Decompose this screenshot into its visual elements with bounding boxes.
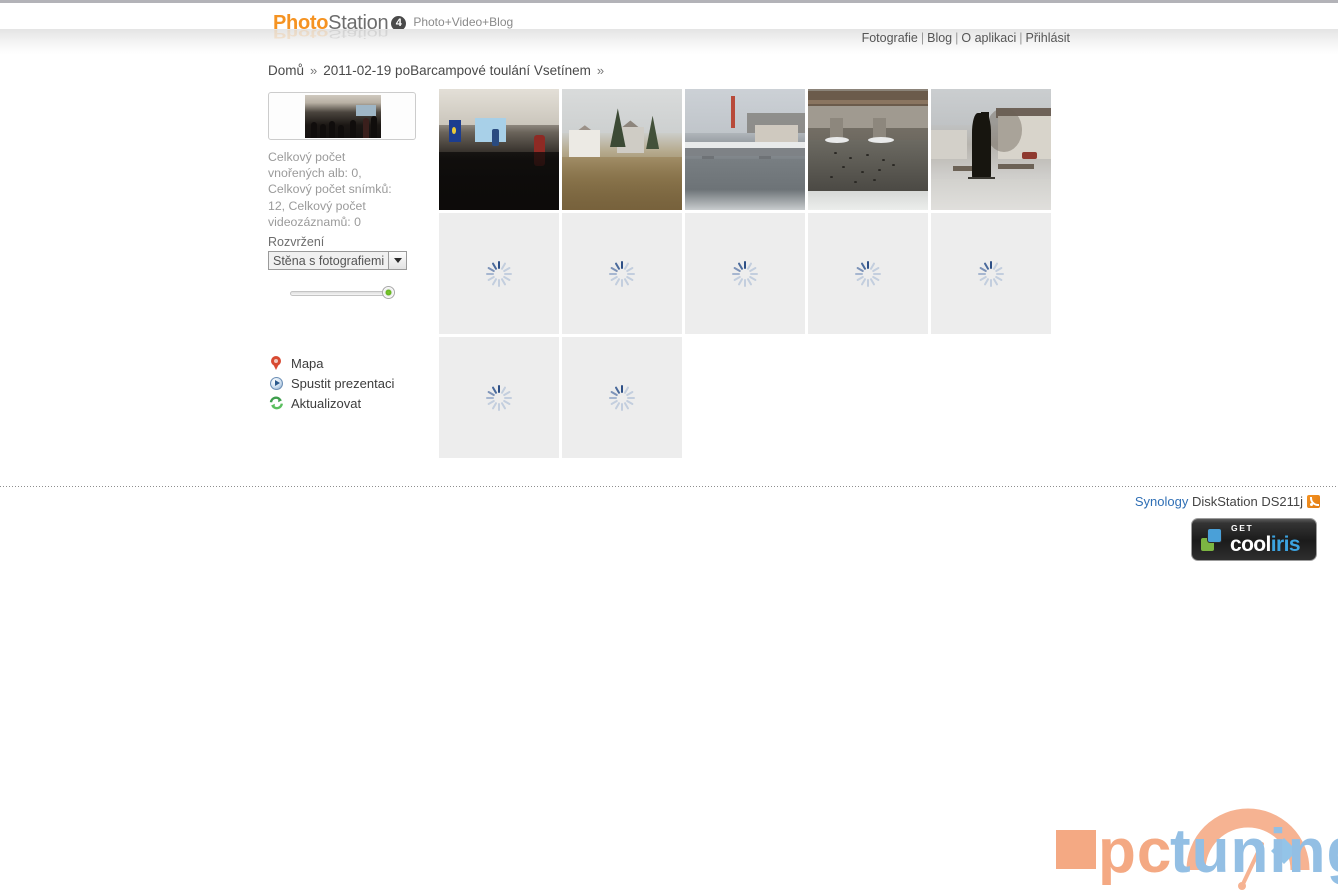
album-cover-image bbox=[305, 95, 381, 138]
breadcrumb-album[interactable]: 2011-02-19 poBarcampové toulání Vsetínem bbox=[323, 63, 591, 78]
photo-thumbnail[interactable] bbox=[439, 89, 559, 210]
cover-figure bbox=[371, 116, 377, 138]
photo-grid-row bbox=[439, 337, 1052, 458]
photo-thumbnail-loading[interactable] bbox=[439, 337, 559, 458]
cover-figure bbox=[329, 121, 335, 138]
loading-spinner-icon bbox=[609, 384, 635, 411]
photo-grid-row bbox=[439, 213, 1052, 334]
site-header: PhotoStation 4 Photo+Video+Blog bbox=[0, 3, 1338, 34]
cooliris-cool-label: cool bbox=[1230, 532, 1271, 556]
action-refresh-label: Aktualizovat bbox=[291, 395, 362, 411]
photo-image-4 bbox=[808, 89, 928, 210]
nav-separator-3: | bbox=[1019, 31, 1023, 45]
photo-image-3 bbox=[685, 89, 805, 210]
cooliris-text: GET cooliris bbox=[1230, 523, 1301, 556]
slider-track[interactable] bbox=[290, 291, 391, 297]
footer: Synology DiskStation DS211j bbox=[1135, 494, 1320, 509]
get-cooliris-badge[interactable]: GET cooliris bbox=[1191, 518, 1317, 561]
cooliris-get-label: GET bbox=[1231, 523, 1254, 534]
action-map-label: Mapa bbox=[291, 355, 324, 371]
action-slideshow[interactable]: Spustit prezentaci bbox=[268, 373, 428, 393]
layout-select[interactable]: Stěna s fotografiemi bbox=[268, 251, 407, 271]
photo-grid bbox=[439, 89, 1052, 461]
photo-grid-row bbox=[439, 89, 1052, 210]
breadcrumb-home[interactable]: Domů bbox=[268, 63, 304, 78]
album-cover-thumbnail[interactable] bbox=[268, 92, 416, 140]
photo-thumbnail-loading[interactable] bbox=[562, 337, 682, 458]
photo-thumbnail[interactable] bbox=[808, 89, 928, 210]
cover-figure bbox=[320, 124, 326, 138]
photo-thumbnail-loading[interactable] bbox=[808, 213, 928, 334]
loading-spinner-icon bbox=[486, 384, 512, 411]
layout-select-value: Stěna s fotografiemi bbox=[273, 253, 385, 268]
synology-link[interactable]: Synology bbox=[1135, 494, 1188, 509]
photo-image-5 bbox=[931, 89, 1051, 210]
loading-spinner-icon bbox=[978, 260, 1004, 287]
loading-spinner-icon bbox=[855, 260, 881, 287]
action-map[interactable]: Mapa bbox=[268, 353, 428, 373]
sidebar-actions: Mapa Spustit prezentaci Aktualizovat bbox=[268, 353, 428, 413]
photo-image-1 bbox=[439, 89, 559, 210]
breadcrumb-arrow-2: » bbox=[596, 63, 605, 78]
cover-figure bbox=[311, 122, 317, 138]
chevron-down-icon[interactable] bbox=[388, 252, 406, 270]
top-navigation: Fotografie | Blog | O aplikaci | Přihlásit bbox=[862, 31, 1070, 45]
nav-item-login[interactable]: Přihlásit bbox=[1026, 31, 1070, 45]
slider-handle[interactable] bbox=[382, 286, 395, 300]
breadcrumb: Domů » 2011-02-19 poBarcampové toulání Vse… bbox=[268, 63, 610, 78]
cooliris-logo-icon bbox=[1201, 528, 1225, 552]
loading-spinner-icon bbox=[609, 260, 635, 287]
photo-thumbnail[interactable] bbox=[685, 89, 805, 210]
cover-figure bbox=[363, 118, 369, 138]
loading-spinner-icon bbox=[486, 260, 512, 287]
photo-thumbnail-loading[interactable] bbox=[562, 213, 682, 334]
nav-item-about[interactable]: O aplikaci bbox=[961, 31, 1016, 45]
rss-icon[interactable] bbox=[1307, 495, 1320, 508]
device-name: DiskStation DS211j bbox=[1191, 494, 1303, 509]
svg-text:pc: pc bbox=[1098, 817, 1172, 886]
refresh-icon bbox=[268, 395, 286, 411]
breadcrumb-arrow-1: » bbox=[310, 63, 318, 78]
play-circle-icon bbox=[268, 375, 286, 391]
logo-tagline: Photo+Video+Blog bbox=[413, 15, 514, 29]
action-refresh[interactable]: Aktualizovat bbox=[268, 393, 428, 413]
sidebar: Celkový počet vnořených alb: 0, Celkový … bbox=[268, 92, 428, 413]
thumbnail-size-slider[interactable] bbox=[268, 283, 418, 301]
nav-separator-1: | bbox=[920, 31, 925, 45]
nav-separator-2: | bbox=[955, 31, 959, 45]
cover-projection-screen bbox=[356, 105, 376, 116]
cover-figure bbox=[338, 125, 344, 138]
loading-spinner-icon bbox=[732, 260, 758, 287]
album-statistics: Celkový počet vnořených alb: 0, Celkový … bbox=[268, 150, 392, 229]
photo-thumbnail[interactable] bbox=[931, 89, 1051, 210]
photo-image-2 bbox=[562, 89, 682, 210]
map-pin-icon bbox=[268, 355, 286, 371]
photo-thumbnail-loading[interactable] bbox=[931, 213, 1051, 334]
layout-label: Rozvržení bbox=[268, 235, 325, 250]
photo-thumbnail-loading[interactable] bbox=[685, 213, 805, 334]
svg-text:tuning: tuning bbox=[1170, 817, 1338, 886]
cooliris-iris-label: iris bbox=[1270, 532, 1301, 556]
photo-thumbnail-loading[interactable] bbox=[439, 213, 559, 334]
header-gradient bbox=[0, 29, 1338, 55]
photo-thumbnail[interactable] bbox=[562, 89, 682, 210]
nav-item-photos[interactable]: Fotografie bbox=[862, 31, 918, 45]
cover-figure bbox=[350, 120, 356, 138]
pctuning-watermark: pc tuning bbox=[1046, 782, 1338, 890]
footer-separator bbox=[0, 486, 1338, 487]
nav-item-blog[interactable]: Blog bbox=[927, 31, 952, 45]
action-slideshow-label: Spustit prezentaci bbox=[291, 375, 395, 391]
